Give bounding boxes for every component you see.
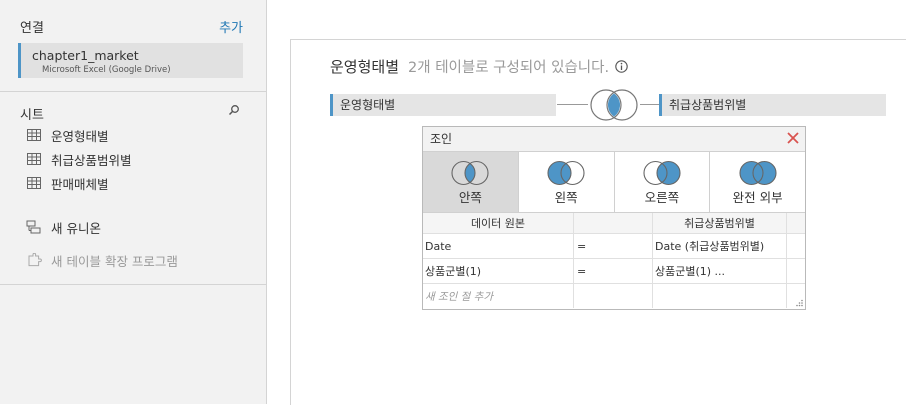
join-type-label: 왼쪽 <box>554 190 578 205</box>
join-grid-header: 데이터 원본 취급상품범위별 <box>423 213 805 234</box>
sheet-item-sales-media[interactable]: 판매매체별 <box>27 174 109 192</box>
union-icon <box>26 220 41 234</box>
join-dialog-header: 조인 <box>423 127 805 152</box>
clause-operator[interactable]: = <box>574 234 653 258</box>
connection-type: Microsoft Excel (Google Drive) <box>42 65 171 75</box>
join-type-label: 오른쪽 <box>644 190 680 205</box>
right-join-icon <box>643 160 681 186</box>
join-type-selector: 안쪽 왼쪽 오른쪽 완전 외부 <box>423 152 805 213</box>
column-header-left: 데이터 원본 <box>423 213 574 233</box>
clause-right-field[interactable]: 상품군별(1) ... <box>653 259 787 283</box>
info-icon[interactable] <box>615 60 628 73</box>
join-clause-row[interactable]: 상품군별(1) = 상품군별(1) ... <box>423 259 805 284</box>
divider <box>0 91 266 92</box>
clause-operator[interactable]: = <box>574 259 653 283</box>
sheets-heading: 시트 <box>20 108 44 123</box>
column-header-operator <box>574 213 653 233</box>
new-union-item[interactable]: 새 유니온 <box>26 218 101 237</box>
sheet-table-icon <box>27 129 41 141</box>
page-subtitle: 2개 테이블로 구성되어 있습니다. <box>408 60 610 76</box>
connections-heading: 연결 <box>20 21 44 36</box>
inner-join-icon <box>451 160 489 186</box>
sheet-label: 운영형태별 <box>51 128 109 144</box>
sheet-table-icon <box>27 153 41 165</box>
new-join-clause-row[interactable]: 새 조인 절 추가 <box>423 284 805 308</box>
join-dialog: 조인 안쪽 왼쪽 오른쪽 완전 외부 데이터 원본 취급상품범위별 Date =… <box>422 126 806 310</box>
search-icon[interactable] <box>228 104 240 116</box>
left-join-icon <box>547 160 585 186</box>
new-table-extension-item[interactable]: 새 테이블 확장 프로그램 <box>26 251 178 270</box>
connection-item[interactable]: chapter1_market Microsoft Excel (Google … <box>18 43 243 78</box>
close-icon[interactable] <box>785 130 801 146</box>
page-title: 운영형태별 <box>330 58 400 76</box>
new-join-clause-input[interactable]: 새 조인 절 추가 <box>423 284 574 308</box>
join-type-left[interactable]: 왼쪽 <box>519 152 615 212</box>
new-extension-label: 새 테이블 확장 프로그램 <box>51 254 178 269</box>
join-type-label: 안쪽 <box>458 190 482 205</box>
inner-join-venn-icon[interactable] <box>588 88 640 122</box>
new-union-label: 새 유니온 <box>51 221 101 236</box>
connection-name: chapter1_market <box>32 48 139 63</box>
clause-right-field[interactable]: Date (취급상품범위별) <box>653 234 787 258</box>
divider <box>0 284 266 285</box>
sheet-table-icon <box>27 177 41 189</box>
join-type-full-outer[interactable]: 완전 외부 <box>710 152 805 212</box>
join-connector-left <box>557 104 588 105</box>
join-type-label: 완전 외부 <box>732 190 783 205</box>
left-table-pill[interactable]: 운영형태별 <box>330 94 556 116</box>
clause-left-field[interactable]: Date <box>423 234 574 258</box>
canvas-title-row: 운영형태별 2개 테이블로 구성되어 있습니다. <box>330 56 628 77</box>
sheet-label: 취급상품범위별 <box>51 152 132 168</box>
join-type-right[interactable]: 오른쪽 <box>615 152 711 212</box>
full-outer-join-icon <box>739 160 777 186</box>
join-type-inner[interactable]: 안쪽 <box>423 152 519 212</box>
right-table-pill[interactable]: 취급상품범위별 <box>659 94 886 116</box>
sheet-item-product-range[interactable]: 취급상품범위별 <box>27 150 132 168</box>
add-connection-link[interactable]: 추가 <box>219 17 243 36</box>
resize-grip-icon[interactable] <box>795 299 803 307</box>
join-clause-grid: 데이터 원본 취급상품범위별 Date = Date (취급상품범위별) 상품군… <box>423 213 805 308</box>
join-connector-right <box>640 104 659 105</box>
sheet-label: 판매매체별 <box>51 176 109 192</box>
sheet-item-operation-type[interactable]: 운영형태별 <box>27 126 109 144</box>
column-header-right: 취급상품범위별 <box>653 213 787 233</box>
join-dialog-title: 조인 <box>430 132 453 146</box>
join-clause-row[interactable]: Date = Date (취급상품범위별) <box>423 234 805 259</box>
extension-icon <box>28 253 42 267</box>
data-source-sidebar: 연결 추가 chapter1_market Microsoft Excel (G… <box>0 0 267 404</box>
clause-left-field[interactable]: 상품군별(1) <box>423 259 574 283</box>
